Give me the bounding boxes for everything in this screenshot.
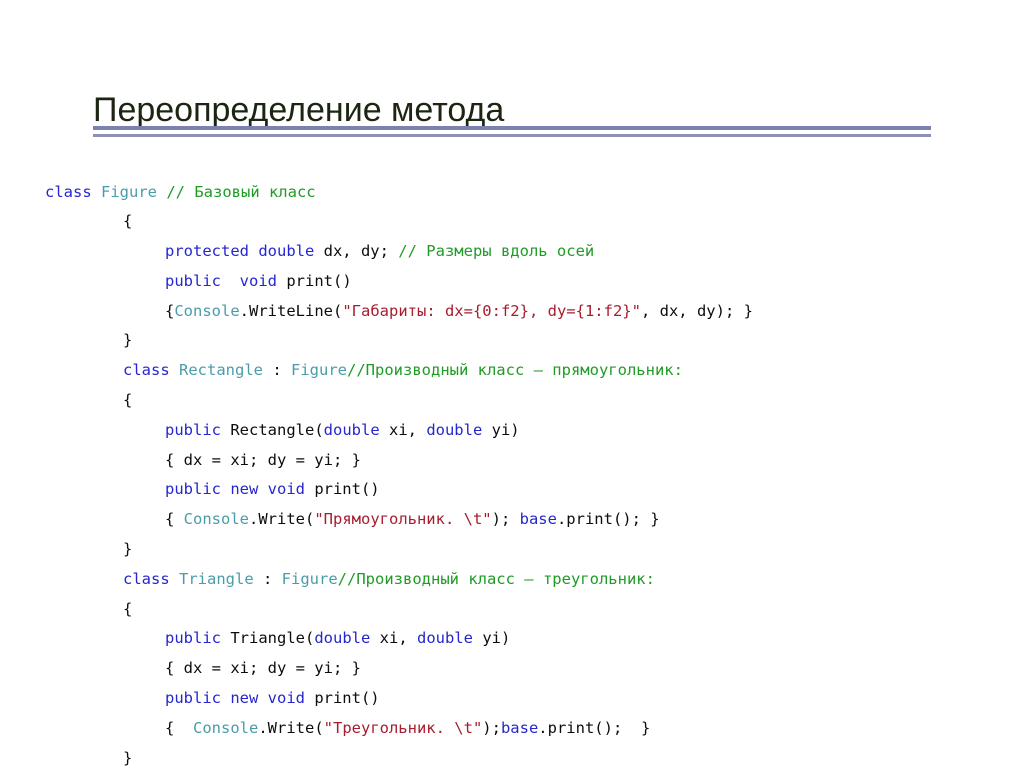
code-line: public Rectangle(double xi, double yi) xyxy=(45,416,1005,446)
code-token-pln: ); xyxy=(482,719,501,737)
code-token-kw: public xyxy=(165,629,230,647)
code-token-typ: Triangle xyxy=(179,570,263,588)
code-token-pln: : xyxy=(272,361,291,379)
code-token-pln: print() xyxy=(314,480,379,498)
code-token-pln: yi) xyxy=(482,629,510,647)
code-token-cmt: //Производный класс – треугольник: xyxy=(338,570,655,588)
code-token-typ: Figure xyxy=(291,361,347,379)
code-token-pln: .print(); } xyxy=(538,719,650,737)
title-divider-thin-line xyxy=(93,134,931,137)
code-token-kw: class xyxy=(45,183,101,201)
code-token-cmt: // Базовый класс xyxy=(166,183,315,201)
code-block: class Figure // Базовый класс { protected … xyxy=(45,178,1005,773)
code-token-kw: public new void xyxy=(165,480,314,498)
code-token-kw: class xyxy=(123,570,179,588)
code-line: {Console.WriteLine("Габариты: dx={0:f2},… xyxy=(45,297,1005,327)
code-token-kw: double xyxy=(324,421,389,439)
code-line: public Triangle(double xi, double yi) xyxy=(45,624,1005,654)
code-token-kw: double xyxy=(426,421,491,439)
code-token-pln: } xyxy=(123,540,132,558)
code-token-pln: { xyxy=(123,212,132,230)
code-token-kw: public new void xyxy=(165,689,314,707)
code-line: public new void print() xyxy=(45,684,1005,714)
code-token-kw: class xyxy=(123,361,179,379)
code-token-kw: public xyxy=(165,421,230,439)
code-token-pln: { dx = xi; dy = yi; } xyxy=(165,659,361,677)
code-line: { xyxy=(45,386,1005,416)
code-token-pln: ); xyxy=(492,510,520,528)
code-token-pln: , dx, dy); } xyxy=(641,302,753,320)
code-line: } xyxy=(45,744,1005,773)
title-divider xyxy=(93,126,931,137)
code-token-kw: public void xyxy=(165,272,286,290)
code-token-kw: base xyxy=(520,510,557,528)
code-token-pln: .Write( xyxy=(258,719,323,737)
code-token-cmt: // Размеры вдоль осей xyxy=(398,242,594,260)
code-token-pln: print() xyxy=(314,689,379,707)
code-token-pln: } xyxy=(123,749,132,767)
code-token-pln: { xyxy=(165,302,174,320)
code-token-typ: Figure xyxy=(101,183,166,201)
code-line: public new void print() xyxy=(45,475,1005,505)
code-token-str: "Треугольник. \t" xyxy=(324,719,483,737)
code-token-typ: Rectangle xyxy=(179,361,272,379)
code-token-pln: .Write( xyxy=(249,510,314,528)
code-token-typ: Console xyxy=(193,719,258,737)
code-token-pln: dx, dy; xyxy=(324,242,399,260)
code-token-typ: Console xyxy=(184,510,249,528)
code-token-pln: Rectangle( xyxy=(230,421,323,439)
code-line: { dx = xi; dy = yi; } xyxy=(45,446,1005,476)
code-line: class Triangle : Figure//Производный кла… xyxy=(45,565,1005,595)
code-token-kw: double xyxy=(417,629,482,647)
code-line: { dx = xi; dy = yi; } xyxy=(45,654,1005,684)
code-token-pln: { xyxy=(165,510,184,528)
code-line: protected double dx, dy; // Размеры вдол… xyxy=(45,237,1005,267)
code-token-str: "Прямоугольник. \t" xyxy=(314,510,491,528)
code-token-kw: protected double xyxy=(165,242,324,260)
code-token-cmt: //Производный класс – прямоугольник: xyxy=(347,361,683,379)
code-line: { Console.Write("Прямоугольник. \t"); ba… xyxy=(45,505,1005,535)
code-line: { xyxy=(45,595,1005,625)
code-token-pln: : xyxy=(263,570,282,588)
code-token-pln: .WriteLine( xyxy=(240,302,343,320)
code-token-pln: xi, xyxy=(389,421,426,439)
code-token-pln: { dx = xi; dy = yi; } xyxy=(165,451,361,469)
code-line: public void print() xyxy=(45,267,1005,297)
page-title: Переопределение метода xyxy=(93,91,933,130)
code-line: } xyxy=(45,326,1005,356)
code-token-pln: xi, xyxy=(380,629,417,647)
code-token-pln: { xyxy=(123,391,132,409)
code-token-pln: .print(); } xyxy=(557,510,660,528)
code-line: { xyxy=(45,207,1005,237)
code-token-pln: } xyxy=(123,331,132,349)
code-token-pln: yi) xyxy=(492,421,520,439)
code-token-pln: Triangle( xyxy=(230,629,314,647)
code-token-typ: Console xyxy=(174,302,239,320)
code-line: { Console.Write("Треугольник. \t");base.… xyxy=(45,714,1005,744)
code-token-pln: { xyxy=(165,719,193,737)
code-line: } xyxy=(45,535,1005,565)
code-token-pln: print() xyxy=(286,272,351,290)
code-line: class Rectangle : Figure//Производный кл… xyxy=(45,356,1005,386)
code-line: class Figure // Базовый класс xyxy=(45,178,1005,208)
code-token-kw: double xyxy=(314,629,379,647)
code-token-kw: base xyxy=(501,719,538,737)
code-token-typ: Figure xyxy=(282,570,338,588)
code-token-pln: { xyxy=(123,600,132,618)
code-token-str: "Габариты: dx={0:f2}, dy={1:f2}" xyxy=(342,302,641,320)
